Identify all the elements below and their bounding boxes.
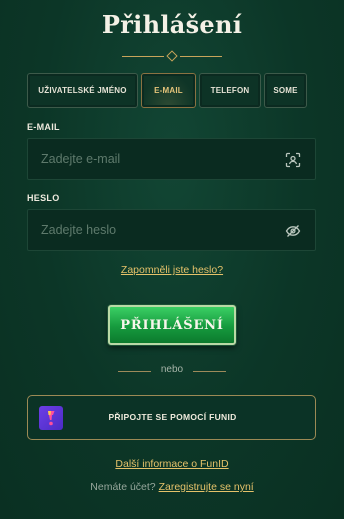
- title-ornament: [122, 50, 222, 62]
- password-input[interactable]: [41, 210, 271, 250]
- eye-off-icon[interactable]: [285, 223, 301, 239]
- funid-more-info-link[interactable]: Další informace o FunID: [0, 458, 344, 470]
- register-link[interactable]: Zaregistrujte se nyní: [159, 481, 254, 493]
- tab-social[interactable]: SOME: [264, 73, 307, 108]
- tab-email[interactable]: E-MAIL: [141, 73, 196, 108]
- login-method-tabs: UŽIVATELSKÉ JMÉNO E-MAIL TELEFON SOME: [27, 73, 316, 108]
- register-prompt: Nemáte účet? Zaregistrujte se nyní: [0, 481, 344, 493]
- password-label: HESLO: [27, 193, 60, 203]
- page-title: Přihlášení: [101, 10, 243, 39]
- scan-icon[interactable]: [285, 152, 301, 168]
- tab-username[interactable]: UŽIVATELSKÉ JMÉNO: [27, 73, 138, 108]
- password-field-container: [27, 209, 316, 251]
- email-input[interactable]: [41, 139, 271, 179]
- register-prompt-text: Nemáte účet?: [90, 481, 156, 493]
- tab-phone[interactable]: TELEFON: [199, 73, 261, 108]
- or-divider: nebo: [118, 364, 226, 378]
- login-button[interactable]: PŘIHLÁŠENÍ: [108, 305, 236, 345]
- funid-login-button[interactable]: PŘIPOJTE SE POMOCÍ FUNID: [27, 395, 316, 440]
- forgot-password-link[interactable]: Zapomněli jste heslo?: [0, 264, 344, 276]
- funid-button-label: PŘIPOJTE SE POMOCÍ FUNID: [108, 412, 237, 422]
- or-divider-text: nebo: [160, 364, 184, 375]
- email-field-container: [27, 138, 316, 180]
- email-label: E-MAIL: [27, 122, 60, 132]
